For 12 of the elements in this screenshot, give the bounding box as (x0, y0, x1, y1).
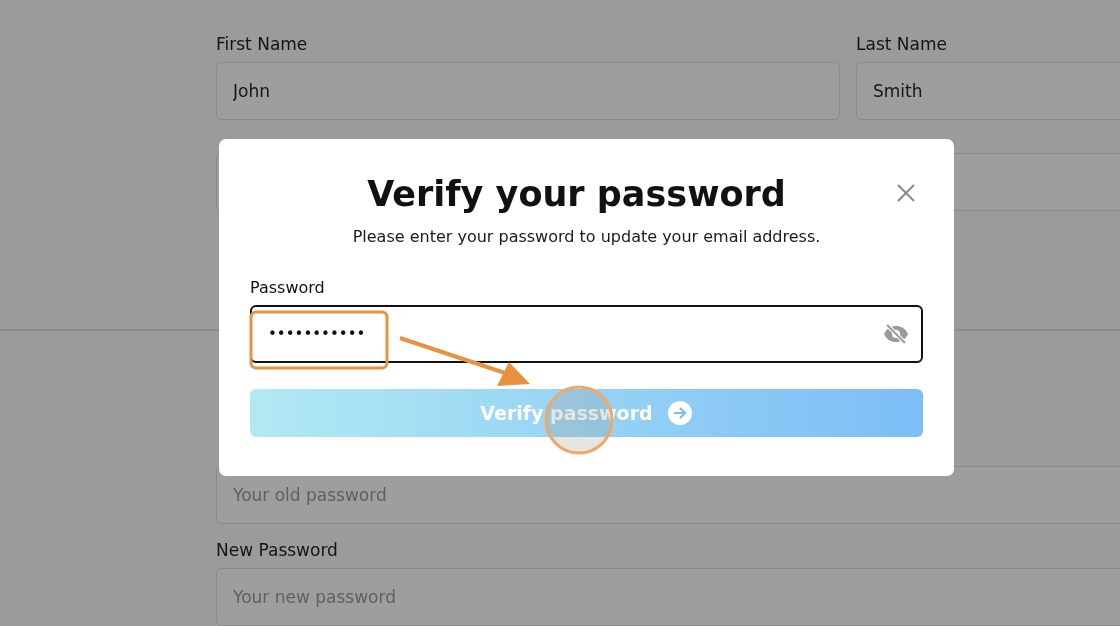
text-field[interactable]: Smith (856, 62, 1120, 120)
eye-off-icon[interactable] (883, 323, 909, 345)
dialog-title: Verify your password (367, 173, 786, 216)
password-field[interactable]: Your new password (216, 568, 1120, 626)
arrow-right-icon (666, 400, 693, 426)
field-label: Last Name (856, 34, 948, 54)
field-label: New Password (216, 540, 339, 560)
password-field[interactable]: ••••••••••• (250, 305, 923, 363)
close-icon[interactable] (896, 183, 916, 203)
field-label: First Name (216, 34, 309, 54)
field-label: Password (250, 278, 326, 297)
dialog-subtitle: Please enter your password to update your email address. (351, 227, 822, 246)
